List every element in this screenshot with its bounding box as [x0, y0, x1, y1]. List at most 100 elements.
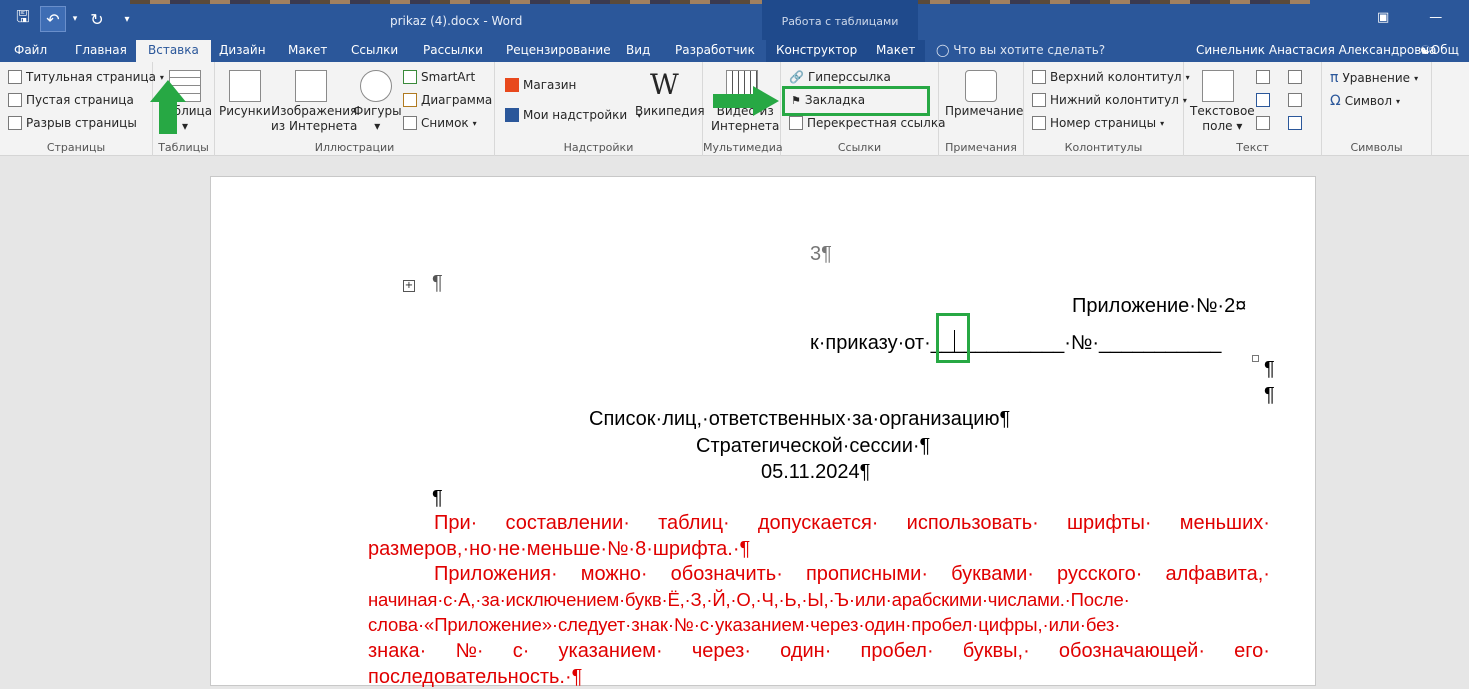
word: русского· [1057, 563, 1143, 585]
my-addins-button[interactable]: Мои надстройки ▾ [505, 108, 641, 122]
tell-me-search[interactable]: ◯ Что вы хотите сделать? [936, 40, 1105, 62]
tab-table-layout[interactable]: Макет [866, 40, 926, 62]
group-label-links: Ссылки [837, 141, 882, 154]
group-label-pages: Страницы [46, 141, 106, 154]
order-number-blank[interactable]: ___________ [1099, 332, 1221, 354]
word: алфавита,· [1165, 563, 1270, 585]
cover-page-label: Титульная страница [26, 70, 156, 84]
hyperlink-button[interactable]: 🔗 Гиперссылка [789, 70, 891, 84]
cover-page-icon [8, 70, 22, 84]
cross-reference-button[interactable]: Перекрестная ссылка [789, 116, 945, 130]
pictures-button[interactable]: Рисунки [219, 104, 271, 119]
equation-button[interactable]: π Уравнение ▾ [1330, 70, 1418, 86]
para2-line-5: последовательность.·¶ [368, 666, 583, 688]
order-number-sign: ·№· [1064, 332, 1099, 354]
tab-insert[interactable]: Вставка [136, 40, 211, 62]
textbox-button[interactable]: Текстовое поле ▾ [1190, 104, 1255, 134]
word: один· [780, 640, 832, 662]
para2-line-2: начиная·с·А,·за·исключением·букв·Ё,·З,·Й… [368, 589, 1130, 610]
tab-layout[interactable]: Макет [288, 40, 327, 62]
header-icon [1032, 70, 1046, 84]
redo-icon[interactable]: ↻ [84, 6, 110, 32]
ribbon-tabs: Файл Главная Вставка Дизайн Макет Ссылки… [0, 40, 1469, 62]
quick-access-toolbar: 🖫 ↶ ▾ ↻ ▾ [10, 6, 140, 32]
word: можно· [580, 563, 648, 585]
textbox-label-1: Текстовое [1190, 104, 1255, 118]
title-bar: 🖫 ↶ ▾ ↻ ▾ prikaz (4).docx - Word Работа … [0, 0, 1469, 40]
order-line[interactable]: к·приказу·от·____________·№·___________ [810, 332, 1221, 355]
share-button[interactable]: ☯Общ [1420, 40, 1459, 61]
object-icon[interactable] [1288, 116, 1302, 130]
online-pictures-button[interactable]: Изображения из Интернета [271, 104, 357, 134]
word: При· [434, 512, 478, 534]
quick-parts-icon[interactable] [1256, 70, 1270, 84]
paragraph-mark: ¶ [1264, 384, 1275, 406]
omega-icon: Ω [1330, 93, 1341, 109]
ribbon-display-options-icon[interactable]: ▣ [1377, 10, 1389, 25]
screenshot-button[interactable]: Снимок ▾ [403, 116, 477, 130]
smartart-button[interactable]: SmartArt [403, 70, 475, 84]
customize-qat-icon[interactable]: ▾ [114, 6, 140, 32]
tab-review[interactable]: Рецензирование [506, 40, 611, 62]
hyperlink-icon: 🔗 [789, 70, 804, 84]
comment-button[interactable]: Примечание [945, 104, 1023, 119]
tab-developer[interactable]: Разработчик [675, 40, 755, 62]
appendix-heading: Приложение·№·2¤ [1072, 295, 1247, 317]
person-icon: ☯ [1420, 43, 1431, 57]
contextual-tab-group: Работа с таблицами [762, 0, 918, 40]
undo-icon[interactable]: ↶ [40, 6, 66, 32]
tab-home[interactable]: Главная [75, 40, 127, 62]
word: Приложения· [434, 563, 558, 585]
page-break-button[interactable]: Разрыв страницы [8, 116, 137, 130]
group-illustrations: Рисунки Изображения из Интернета Фигуры ▾ … [215, 62, 495, 156]
wikipedia-icon: W [650, 68, 679, 101]
word: знака· [368, 640, 427, 662]
minimize-icon[interactable]: — [1429, 10, 1442, 25]
footer-button[interactable]: Нижний колонтитул ▾ [1032, 93, 1187, 107]
header-button[interactable]: Верхний колонтитул ▾ [1032, 70, 1190, 84]
wikipedia-button[interactable]: Википедия [635, 104, 705, 119]
document-title: prikaz (4).docx - Word [390, 14, 523, 28]
tab-design[interactable]: Дизайн [219, 40, 266, 62]
store-label: Магазин [523, 78, 577, 92]
signature-line-icon[interactable] [1288, 70, 1302, 84]
table-resize-handle-icon[interactable] [1252, 355, 1259, 362]
store-icon [505, 78, 519, 92]
tab-view[interactable]: Вид [626, 40, 650, 62]
word: допускается· [757, 512, 879, 534]
group-label-comments: Примечания [945, 141, 1017, 154]
page-number-button[interactable]: Номер страницы ▾ [1032, 116, 1164, 130]
user-name[interactable]: Синельник Анастасия Александровна [1196, 40, 1436, 61]
save-icon[interactable]: 🖫 [10, 6, 36, 32]
store-button[interactable]: Магазин [505, 78, 576, 92]
order-prefix: к·приказу·от· [810, 332, 931, 354]
group-label-symbols: Символы [1350, 141, 1403, 154]
cover-page-button[interactable]: Титульная страница ▾ [8, 70, 164, 84]
table-move-handle-icon[interactable]: + [403, 280, 415, 292]
drop-cap-icon[interactable] [1256, 116, 1270, 130]
shapes-button[interactable]: Фигуры ▾ [353, 104, 402, 134]
wordart-icon[interactable] [1256, 93, 1270, 107]
paragraph-mark: ¶ [1264, 358, 1275, 380]
para1-line-1: При· составлении· таблиц· допускается· испол… [434, 512, 1270, 535]
blank-page-button[interactable]: Пустая страница [8, 93, 134, 107]
smartart-icon [403, 70, 417, 84]
tab-references[interactable]: Ссылки [351, 40, 398, 62]
group-label-tables: Таблицы [158, 141, 209, 154]
my-addins-icon [505, 108, 519, 122]
symbol-button[interactable]: Ω Символ ▾ [1330, 93, 1400, 109]
chart-button[interactable]: Диаграмма [403, 93, 492, 107]
para2-line-4: знака· №· с· указанием· через· один· пробел· бу… [368, 640, 1270, 663]
bookmark-highlight-box [782, 86, 930, 116]
tab-table-design[interactable]: Конструктор [766, 40, 868, 62]
date-time-icon[interactable] [1288, 93, 1302, 107]
online-pictures-label-2: из Интернета [271, 119, 358, 133]
tab-file[interactable]: Файл [14, 40, 47, 62]
online-pictures-icon [295, 70, 327, 102]
tab-mailings[interactable]: Рассылки [423, 40, 483, 62]
page-number-icon [1032, 116, 1046, 130]
word: прописными· [805, 563, 929, 585]
shapes-label: Фигуры [353, 104, 402, 118]
symbol-label: Символ [1344, 94, 1393, 108]
undo-dropdown-icon[interactable]: ▾ [70, 6, 80, 32]
